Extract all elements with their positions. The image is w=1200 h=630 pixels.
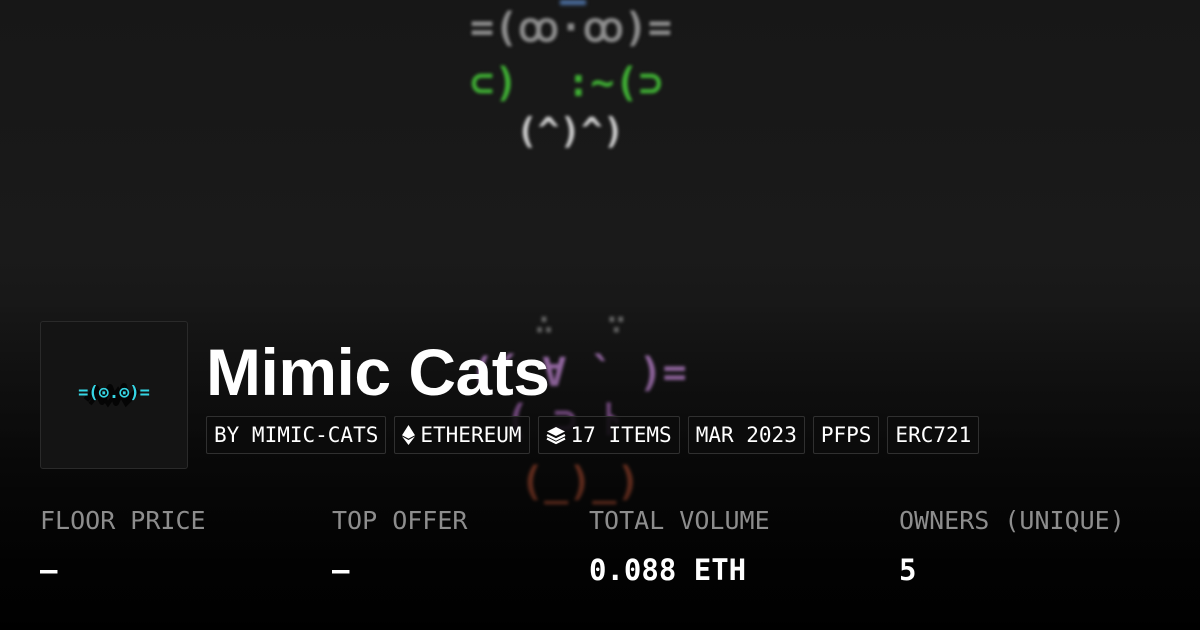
collection-title: Mimic Cats <box>206 335 550 409</box>
collection-logo[interactable]: =(⊙.⊙)= <box>40 321 188 469</box>
stat-label: TOP OFFER <box>332 506 468 535</box>
tag-standard[interactable]: ERC721 <box>887 416 980 454</box>
tag-items[interactable]: 17 ITEMS <box>537 416 680 454</box>
stat-value: — <box>332 553 350 587</box>
ethereum-icon <box>402 425 416 445</box>
stat-floor-price: FLOOR PRICE — <box>40 503 206 588</box>
tag-creator[interactable]: BY MIMIC-CATS <box>206 416 387 454</box>
stat-label: FLOOR PRICE <box>40 506 206 535</box>
tag-category[interactable]: PFPS <box>812 416 880 454</box>
stat-value: — <box>40 553 58 587</box>
background-art-line: =(ꝏ·ꝏ)= <box>470 5 672 51</box>
stat-total-volume: TOTAL VOLUME 0.088 ETH <box>589 503 770 588</box>
tag-label: ERC721 <box>895 423 972 447</box>
background-art-line: ⊂) :~(⊃ <box>470 60 663 106</box>
stat-owners: OWNERS (UNIQUE) 5 <box>899 503 1125 588</box>
tag-label: PFPS <box>820 423 872 447</box>
collection-tags: BY MIMIC-CATS ETHEREUM 17 ITEMS MAR 2023… <box>206 416 980 454</box>
stat-label: TOTAL VOLUME <box>589 506 770 535</box>
background-accent-mark <box>560 0 586 5</box>
tag-label: 17 ITEMS <box>570 423 672 447</box>
logo-text: =(⊙.⊙)= <box>78 383 150 403</box>
stat-value: 5 <box>899 553 917 587</box>
stat-top-offer: TOP OFFER — <box>332 503 467 588</box>
tag-label: MAR 2023 <box>695 423 797 447</box>
background-art-line: (_)_) <box>520 459 641 505</box>
stat-label: OWNERS (UNIQUE) <box>899 506 1125 535</box>
tag-label: BY MIMIC-CATS <box>214 423 379 447</box>
tag-chain[interactable]: ETHEREUM <box>394 416 530 454</box>
background-art-line: (^)^) <box>516 111 625 152</box>
stat-value: 0.088 ETH <box>589 553 747 587</box>
collection-card: =(ꝏ·ꝏ)= ⊂) :~(⊃ (^)^) ∴ ∵ (´ ∀ ` )= ( ⊃ … <box>0 0 1200 630</box>
logo-art: =(⊙.⊙)= <box>64 380 164 410</box>
layers-icon <box>546 427 566 445</box>
tag-date[interactable]: MAR 2023 <box>687 416 805 454</box>
tag-label: ETHEREUM <box>420 423 522 447</box>
